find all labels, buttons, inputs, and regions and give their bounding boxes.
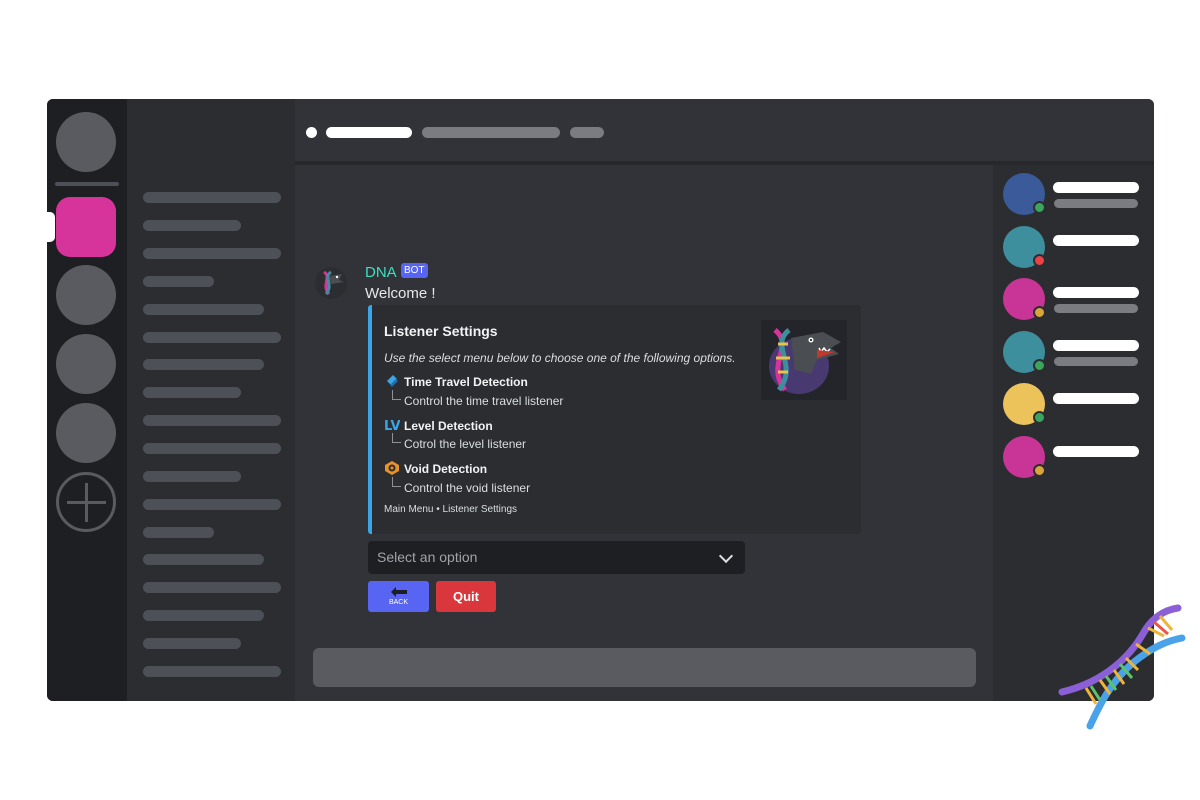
option-description: Cotrol the level listener [404,437,527,451]
embed-description: Use the select menu below to choose one … [384,351,736,365]
level-lv-icon: LV [384,419,400,432]
channel-item[interactable] [143,638,241,649]
channel-item[interactable] [143,415,281,426]
member-activity-placeholder [1054,199,1138,208]
embed-footer: Main Menu • Listener Settings [384,504,518,515]
embed-title: Listener Settings [384,323,498,339]
status-online-icon [1033,359,1046,372]
status-online-icon [1033,411,1046,424]
back-arrow-icon [391,587,407,597]
channel-item[interactable] [143,220,241,231]
option-select-menu[interactable]: Select an option [368,541,745,574]
server-item[interactable] [56,334,116,394]
member-name-placeholder[interactable] [1053,235,1139,246]
tree-elbow [392,390,401,400]
message-input[interactable] [313,648,976,687]
server-item[interactable] [56,403,116,463]
member-activity-placeholder [1054,357,1138,366]
member-name-placeholder[interactable] [1053,287,1139,298]
tree-elbow [392,433,401,443]
channel-item[interactable] [143,332,281,343]
bot-tag-badge: BOT [401,263,428,278]
app-window: DNA BOT Welcome ! Listener Settings Use … [47,99,1154,701]
message-author[interactable]: DNA [365,264,397,281]
status-online-icon [1033,201,1046,214]
member-name-placeholder[interactable] [1053,393,1139,404]
channel-item[interactable] [143,610,264,621]
member-name-placeholder[interactable] [1053,182,1139,193]
bot-avatar[interactable] [315,267,347,299]
channel-item[interactable] [143,248,281,259]
time-travel-icon [387,375,398,387]
channel-item[interactable] [143,359,264,370]
svg-text:LV: LV [384,419,400,432]
member-activity-placeholder [1054,304,1138,313]
dna-helix-icon [1058,604,1186,730]
server-item[interactable] [56,265,116,325]
member-name-placeholder[interactable] [1053,446,1139,457]
server-home[interactable] [56,112,116,172]
quit-button[interactable]: Quit [436,581,496,612]
embed-card: Listener Settings Use the select menu be… [368,305,861,534]
channel-item[interactable] [143,276,214,287]
tree-elbow [392,477,401,487]
channel-meta-placeholder [570,127,604,138]
channel-item[interactable] [143,471,241,482]
channel-item[interactable] [143,582,281,593]
back-button[interactable]: BACK [368,581,429,612]
member-name-placeholder[interactable] [1053,340,1139,351]
status-idle-icon [1033,306,1046,319]
void-icon [385,461,399,475]
option-name: Time Travel Detection [404,375,528,389]
channel-item[interactable] [143,666,281,677]
status-idle-icon [1033,464,1046,477]
select-placeholder: Select an option [377,549,478,565]
channel-list [127,99,295,701]
add-server-icon[interactable] [56,472,116,532]
channel-name-placeholder [326,127,412,138]
channel-item[interactable] [143,443,281,454]
channel-item[interactable] [143,499,281,510]
option-name: Level Detection [404,419,493,433]
option-description: Control the time travel listener [404,394,564,408]
rail-separator [55,182,119,186]
back-button-label: BACK [388,599,409,606]
channel-item[interactable] [143,192,281,203]
channel-item[interactable] [143,387,241,398]
server-rail [47,99,127,701]
channel-header [295,99,1154,165]
embed-thumbnail[interactable] [761,320,847,400]
message-content: Welcome ! [365,285,436,302]
option-name: Void Detection [404,462,488,476]
option-description: Control the void listener [404,481,531,495]
server-active[interactable] [56,197,116,257]
active-server-indicator [47,212,55,242]
status-dnd-icon [1033,254,1046,267]
channel-hash-icon [306,127,317,138]
channel-item[interactable] [143,527,214,538]
channel-item[interactable] [143,304,264,315]
channel-topic-placeholder [422,127,560,138]
channel-item[interactable] [143,554,264,565]
chevron-down-icon [718,548,734,564]
